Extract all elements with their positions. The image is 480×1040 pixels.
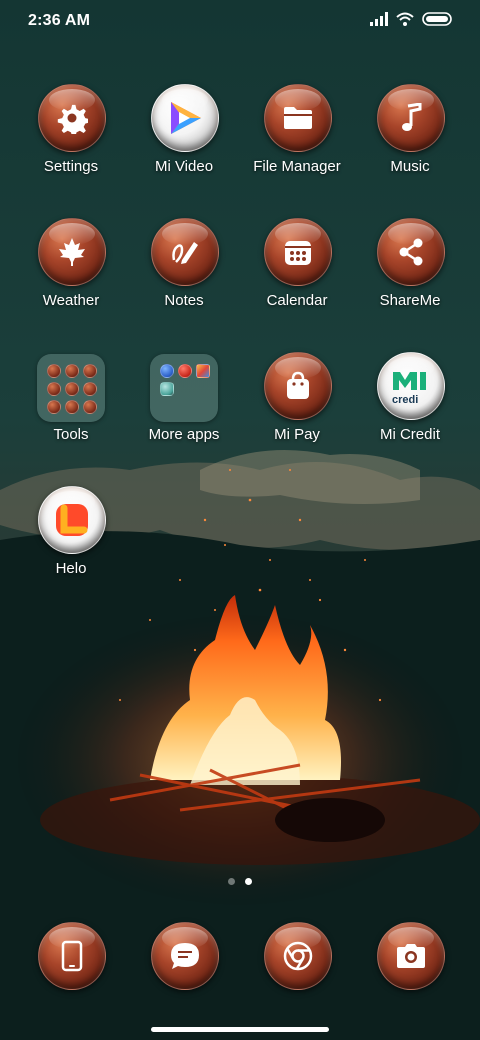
message-icon: [151, 922, 219, 990]
app-label: Weather: [42, 292, 100, 309]
app-mi-credit[interactable]: credi Mi Credit: [354, 352, 466, 472]
page-dot[interactable]: [228, 878, 235, 885]
app-label: Calendar: [266, 292, 328, 309]
app-mi-pay[interactable]: Mi Pay: [241, 352, 353, 472]
app-label: More apps: [148, 426, 220, 443]
shopping-bag-icon: [264, 352, 332, 420]
folder-icon: [264, 84, 332, 152]
app-label: ShareMe: [379, 292, 441, 309]
app-label: Settings: [43, 158, 99, 175]
wifi-icon: [396, 12, 414, 26]
folder-more-apps[interactable]: More apps: [128, 352, 240, 472]
dock-messages[interactable]: [128, 922, 240, 992]
pen-note-icon: [151, 218, 219, 286]
app-label: Tools: [53, 426, 89, 443]
app-music[interactable]: Music: [354, 84, 466, 204]
status-time: 2:36 AM: [28, 12, 91, 29]
share-icon: [377, 218, 445, 286]
page-indicator[interactable]: [228, 878, 252, 885]
dock-phone[interactable]: [15, 922, 127, 992]
app-settings[interactable]: Settings: [15, 84, 127, 204]
page-dot-active[interactable]: [245, 878, 252, 885]
gear-icon: [38, 84, 106, 152]
app-label: File Manager: [253, 158, 341, 175]
battery-icon: [422, 12, 452, 26]
app-label: Mi Credit: [379, 426, 440, 443]
app-label: Mi Pay: [274, 426, 320, 443]
folder-tools[interactable]: Tools: [15, 352, 127, 472]
dock-chrome[interactable]: [241, 922, 353, 992]
app-label: Music: [390, 158, 430, 175]
app-label: Mi Video: [154, 158, 214, 175]
status-bar: 2:36 AM: [0, 0, 480, 44]
mi-credit-icon: credi: [377, 352, 445, 420]
app-calendar[interactable]: Calendar: [241, 218, 353, 338]
app-notes[interactable]: Notes: [128, 218, 240, 338]
app-shareme[interactable]: ShareMe: [354, 218, 466, 338]
app-weather[interactable]: Weather: [15, 218, 127, 338]
music-note-icon: [377, 84, 445, 152]
maple-leaf-icon: [38, 218, 106, 286]
signal-icon: [370, 12, 388, 26]
camera-icon: [377, 922, 445, 990]
app-label: Helo: [55, 560, 87, 577]
app-file-manager[interactable]: File Manager: [241, 84, 353, 204]
helo-icon: [38, 486, 106, 554]
calendar-icon: [264, 218, 332, 286]
status-icons: [370, 12, 452, 26]
app-mi-video[interactable]: Mi Video: [128, 84, 240, 204]
phone-icon: [38, 922, 106, 990]
folder-more-apps-icon: [150, 354, 218, 422]
chrome-icon: [264, 922, 332, 990]
app-label: Notes: [164, 292, 204, 309]
home-gesture-bar[interactable]: [151, 1027, 329, 1032]
mi-video-icon: [151, 84, 219, 152]
svg-text:credi: credi: [392, 394, 418, 406]
folder-tools-icon: [37, 354, 105, 422]
dock-camera[interactable]: [354, 922, 466, 992]
app-helo[interactable]: Helo: [15, 486, 127, 606]
